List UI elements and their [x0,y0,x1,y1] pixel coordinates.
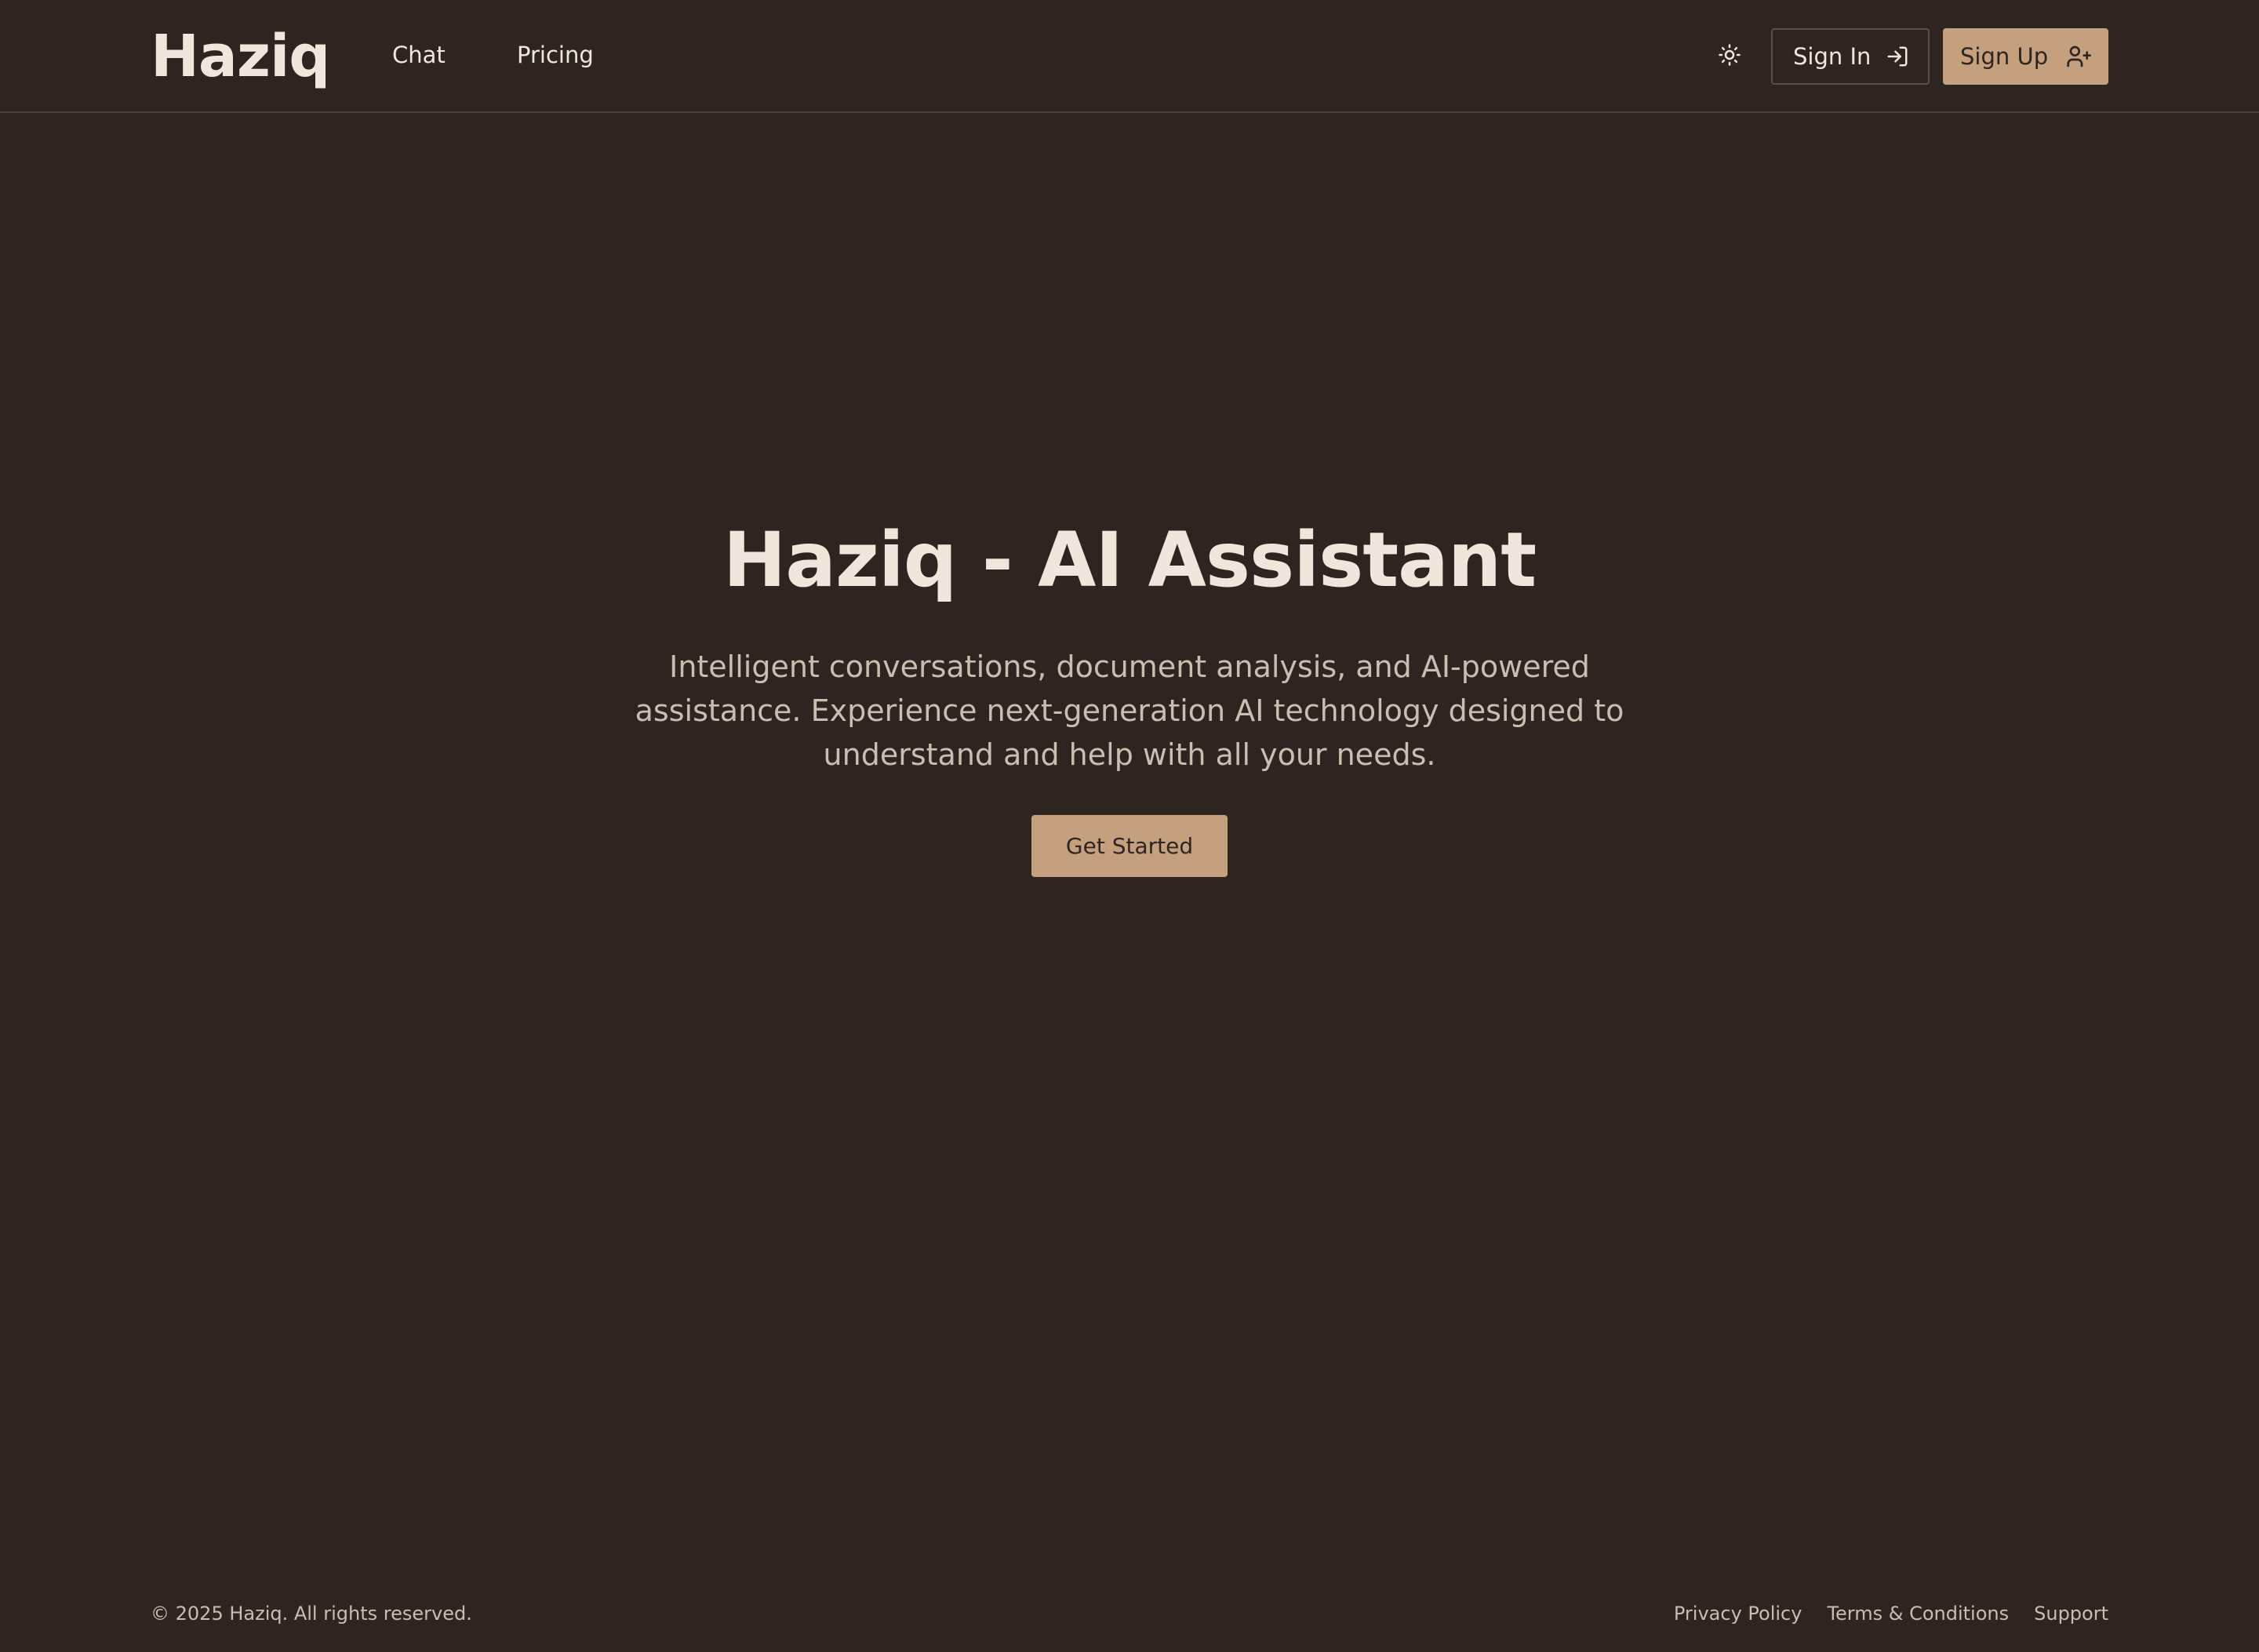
sign-up-button[interactable]: Sign Up [1943,28,2108,85]
nav-link-pricing[interactable]: Pricing [517,39,594,71]
footer-copyright: © 2025 Haziq. All rights reserved. [151,1603,472,1625]
hero-subtitle: Intelligent conversations, document anal… [635,650,1624,772]
sun-icon [1719,44,1741,66]
footer-link-terms-conditions[interactable]: Terms & Conditions [1827,1600,2009,1627]
sign-up-label: Sign Up [1960,43,2049,70]
hero-title: Haziq - AI Assistant [722,516,1537,604]
footer-links: Privacy Policy Terms & Conditions Suppor… [1674,1600,2108,1627]
get-started-button[interactable]: Get Started [1031,815,1228,877]
theme-toggle-button[interactable] [1715,41,1744,69]
top-navbar: Haziq Chat Pricing Sign In Sign Up [0,0,2259,113]
log-in-icon [1887,46,1908,67]
footer-link-support[interactable]: Support [2034,1600,2108,1627]
nav-link-chat[interactable]: Chat [392,39,446,71]
brand-logo[interactable]: Haziq [151,19,330,94]
sign-in-button[interactable]: Sign In [1771,28,1930,85]
sign-in-label: Sign In [1793,43,1872,70]
footer-link-privacy-policy[interactable]: Privacy Policy [1674,1600,1802,1627]
user-plus-icon [2067,45,2091,67]
